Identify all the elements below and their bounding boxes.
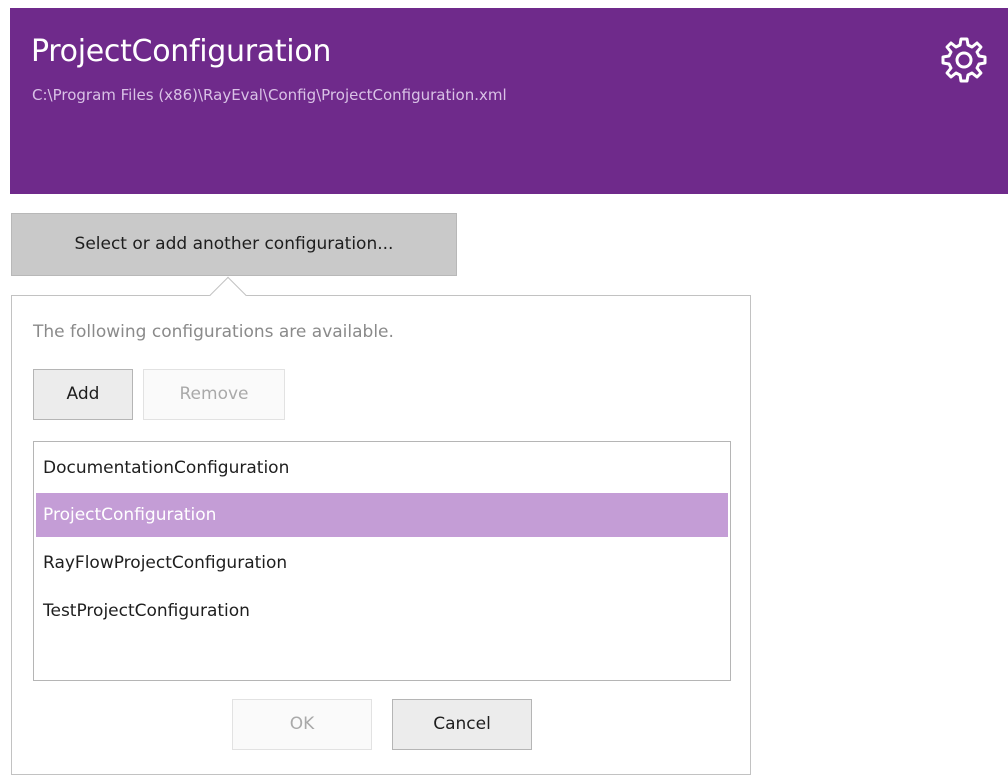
ok-button[interactable]: OK: [232, 699, 372, 750]
list-item-rayflow-project-configuration[interactable]: RayFlowProjectConfiguration: [36, 541, 728, 585]
header-banner: ProjectConfiguration C:\Program Files (x…: [10, 8, 1008, 194]
gear-icon[interactable]: [940, 36, 988, 84]
configuration-popup: The following configurations are availab…: [11, 295, 751, 775]
popup-description: The following configurations are availab…: [33, 322, 394, 342]
add-button[interactable]: Add: [33, 369, 133, 420]
list-item-test-project-configuration[interactable]: TestProjectConfiguration: [36, 589, 728, 633]
list-item-documentation-configuration[interactable]: DocumentationConfiguration: [36, 446, 728, 490]
cancel-button[interactable]: Cancel: [392, 699, 532, 750]
select-configuration-button[interactable]: Select or add another configuration...: [11, 213, 457, 276]
remove-button[interactable]: Remove: [143, 369, 285, 420]
config-file-path: C:\Program Files (x86)\RayEval\Config\Pr…: [32, 86, 507, 104]
list-item-project-configuration[interactable]: ProjectConfiguration: [36, 493, 728, 537]
page-title: ProjectConfiguration: [31, 34, 332, 69]
configuration-list[interactable]: DocumentationConfiguration ProjectConfig…: [33, 441, 731, 681]
